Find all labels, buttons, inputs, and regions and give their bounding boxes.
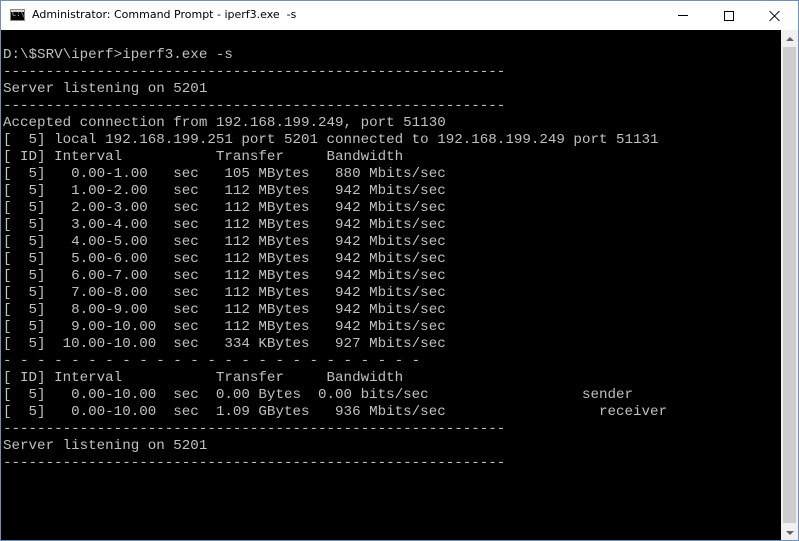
maximize-button[interactable] (706, 1, 752, 30)
vertical-scrollbar[interactable] (781, 30, 798, 540)
scrollbar-thumb[interactable] (783, 47, 796, 523)
console-line: - - - - - - - - - - - - - - - - - - - - … (3, 353, 421, 369)
cmd-icon-label: C:\ (12, 10, 25, 18)
console-line: [ 5] 2.00-3.00 sec 112 MBytes 942 Mbits/… (3, 200, 446, 216)
console-line: Server listening on 5201 (3, 438, 208, 454)
console-line: [ ID] Interval Transfer Bandwidth (3, 370, 404, 386)
console-line: Accepted connection from 192.168.199.249… (3, 115, 446, 131)
close-button[interactable] (752, 1, 798, 30)
console-line: ----------------------------------------… (3, 64, 506, 80)
console-line: [ 5] 8.00-9.00 sec 112 MBytes 942 Mbits/… (3, 302, 446, 318)
minimize-button[interactable] (660, 1, 706, 30)
console-line: [ 5] 3.00-4.00 sec 112 MBytes 942 Mbits/… (3, 217, 446, 233)
chevron-down-icon (785, 530, 794, 535)
console-line: [ ID] Interval Transfer Bandwidth (3, 149, 404, 165)
chevron-up-icon (785, 36, 794, 41)
scroll-down-button[interactable] (781, 524, 798, 540)
console-line: ----------------------------------------… (3, 455, 506, 471)
console-line: [ 5] 5.00-6.00 sec 112 MBytes 942 Mbits/… (3, 251, 446, 267)
console-line: D:\$SRV\iperf>iperf3.exe -s (3, 47, 233, 63)
console-line: [ 5] 1.00-2.00 sec 112 MBytes 942 Mbits/… (3, 183, 446, 199)
window-title: Administrator: Command Prompt - iperf3.e… (32, 8, 297, 21)
console-line: [ 5] 0.00-10.00 sec 1.09 GBytes 936 Mbit… (3, 404, 668, 420)
console-line: [ 5] 4.00-5.00 sec 112 MBytes 942 Mbits/… (3, 234, 446, 250)
console-line: [ 5] 9.00-10.00 sec 112 MBytes 942 Mbits… (3, 319, 446, 335)
console-line: [ 5] local 192.168.199.251 port 5201 con… (3, 132, 659, 148)
console-line: [ 5] 6.00-7.00 sec 112 MBytes 942 Mbits/… (3, 268, 446, 284)
maximize-icon (724, 10, 734, 21)
console-line: [ 5] 0.00-10.00 sec 0.00 Bytes 0.00 bits… (3, 387, 634, 403)
console-line: ----------------------------------------… (3, 98, 506, 114)
console-line: [ 5] 0.00-1.00 sec 105 MBytes 880 Mbits/… (3, 166, 446, 182)
console-line: Server listening on 5201 (3, 81, 208, 97)
scroll-up-button[interactable] (781, 30, 798, 47)
minimize-icon (678, 15, 688, 16)
command-prompt-window: C:\ Administrator: Command Prompt - iper… (0, 0, 799, 541)
console-line: [ 5] 10.00-10.00 sec 334 KBytes 927 Mbit… (3, 336, 446, 352)
console-line: [ 5] 7.00-8.00 sec 112 MBytes 942 Mbits/… (3, 285, 446, 301)
close-icon (769, 10, 781, 22)
cmd-icon[interactable]: C:\ (10, 9, 25, 21)
title-bar[interactable]: C:\ Administrator: Command Prompt - iper… (1, 1, 798, 30)
console-line: ----------------------------------------… (3, 421, 506, 437)
console-output[interactable]: D:\$SRV\iperf>iperf3.exe -s -------------… (1, 30, 781, 540)
